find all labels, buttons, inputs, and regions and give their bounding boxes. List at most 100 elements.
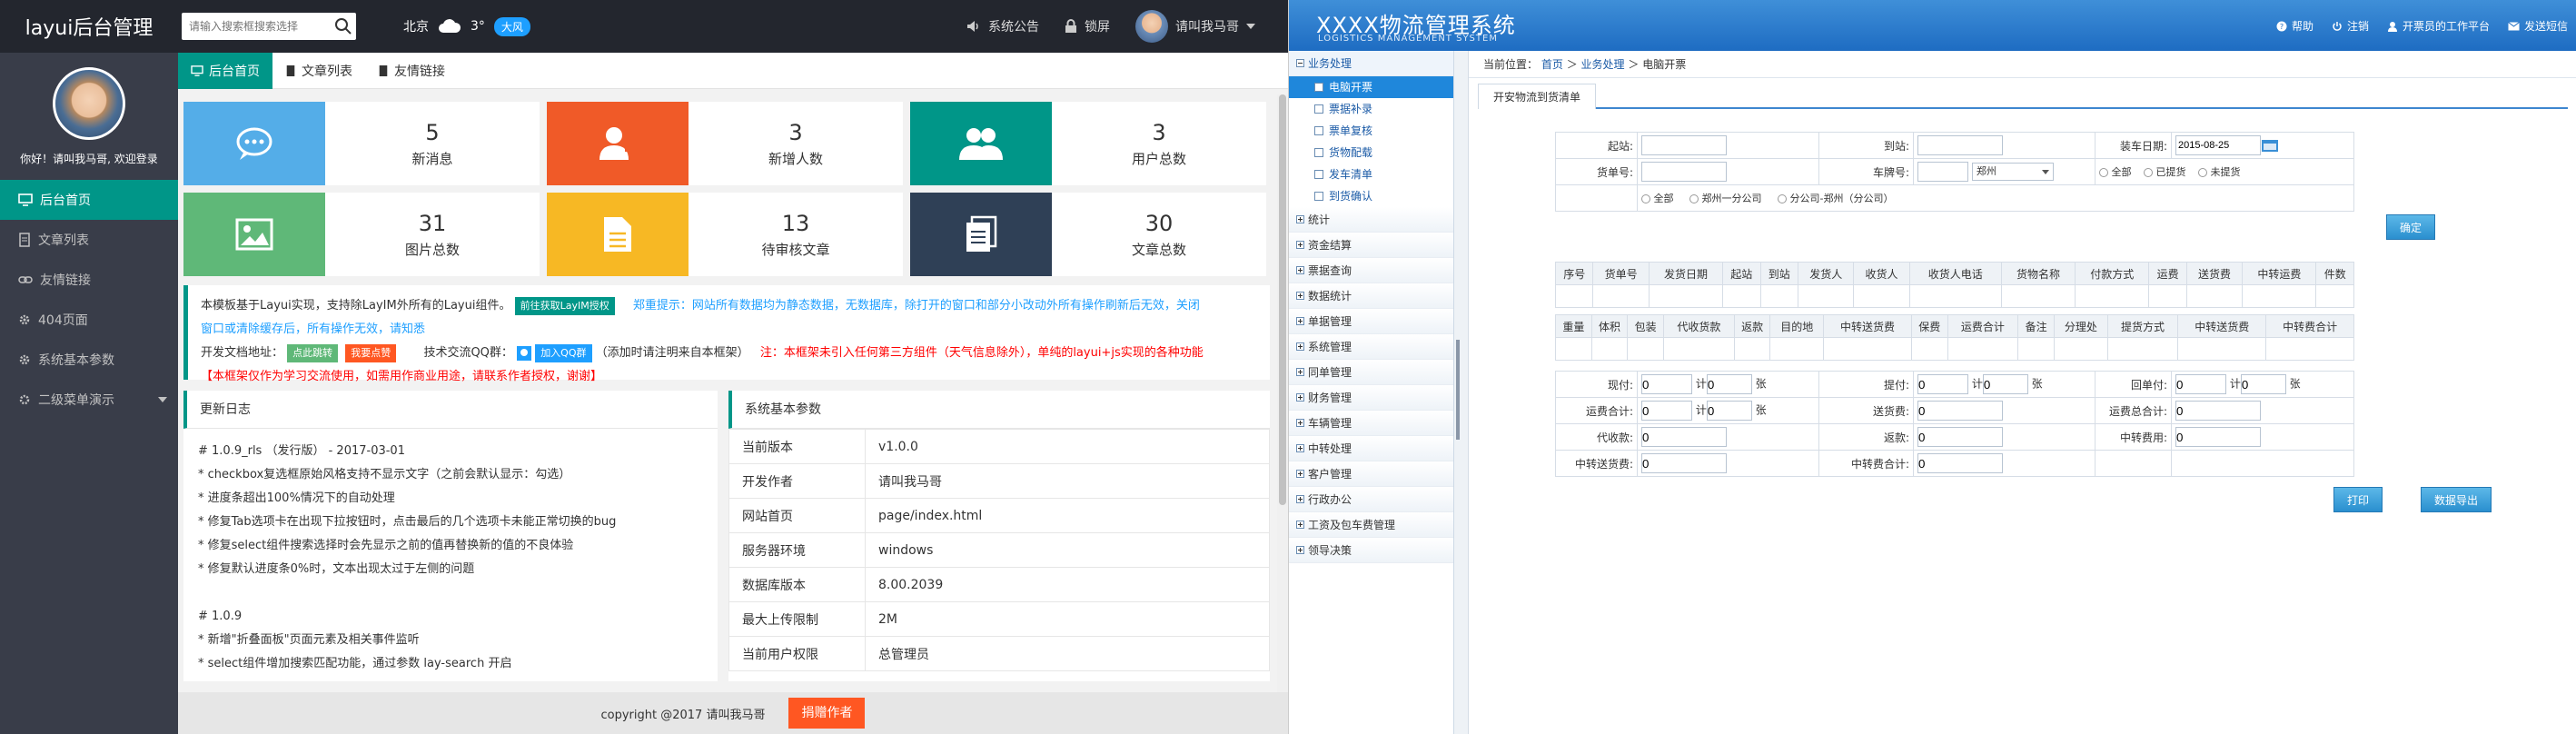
yunfei-count-input[interactable] — [1706, 401, 1752, 421]
like-button[interactable]: 我要点赞 — [345, 343, 397, 362]
stat-card-messages[interactable]: 5 新消息 — [183, 102, 540, 185]
sidebar-item-links[interactable]: 友情链接 — [0, 260, 178, 300]
table-row: 网站首页 page/index.html — [728, 498, 1270, 533]
tab-articles[interactable]: 文章列表 — [272, 53, 365, 89]
profile-avatar[interactable] — [53, 67, 125, 140]
tab-links[interactable]: 友情链接 — [365, 53, 458, 89]
donate-button[interactable]: 捐赠作者 — [788, 698, 866, 729]
tifu-amount-input[interactable] — [1917, 374, 1968, 394]
logout-link[interactable]: 注销 — [2332, 18, 2369, 34]
sidebar-group[interactable]: 同单管理 — [1289, 360, 1453, 385]
sidebar-group[interactable]: 财务管理 — [1289, 385, 1453, 411]
sidebar-group[interactable]: 统计 — [1289, 207, 1453, 233]
goods-no-input[interactable] — [1641, 162, 1727, 182]
sidebar-item-bill-supplement[interactable]: 票据补录 — [1289, 98, 1453, 120]
end-station-input[interactable] — [1917, 135, 2003, 155]
notice-label: 系统公告 — [988, 20, 1039, 35]
user-menu[interactable]: 请叫我马哥 — [1135, 10, 1255, 43]
search-icon[interactable] — [331, 14, 356, 39]
user-add-icon — [599, 127, 636, 160]
sidebar-group[interactable]: 中转处理 — [1289, 436, 1453, 461]
sidebar-item-departure-list[interactable]: 发车清单 — [1289, 164, 1453, 185]
zzfeiyong-input[interactable] — [1917, 453, 2003, 473]
tifu-count-input[interactable] — [1982, 374, 2028, 394]
sidebar-item-home[interactable]: 后台首页 — [0, 180, 178, 220]
tab-arrival-list[interactable]: 开安物流到货清单 — [1478, 84, 1597, 109]
radio-all[interactable]: 全部 — [2099, 166, 2132, 178]
plate-input[interactable] — [1917, 162, 1968, 182]
sidebar-group[interactable]: 客户管理 — [1289, 461, 1453, 487]
sms-link[interactable]: 发送短信 — [2508, 18, 2568, 34]
sidebar-item-sysparams[interactable]: 系统基本参数 — [0, 340, 178, 380]
huidan-count-input[interactable] — [2240, 374, 2286, 394]
sidebar-splitter[interactable] — [1454, 51, 1469, 734]
xianfu-amount-input[interactable] — [1641, 374, 1692, 394]
sidebar-group[interactable]: 资金结算 — [1289, 233, 1453, 258]
breadcrumb-home[interactable]: 首页 — [1541, 58, 1563, 71]
search-input[interactable] — [182, 14, 331, 39]
stat-card-pending[interactable]: 13 待审核文章 — [547, 193, 903, 276]
sidebar-group[interactable]: 单据管理 — [1289, 309, 1453, 334]
daishou-input[interactable] — [1641, 427, 1727, 447]
sidebar-group[interactable]: 票据查询 — [1289, 258, 1453, 283]
param-key: 当前用户权限 — [728, 636, 866, 671]
huidan-amount-input[interactable] — [2175, 374, 2226, 394]
docs-jump-button[interactable]: 点此跳转 — [287, 343, 339, 362]
notice-link[interactable]: 系统公告 — [966, 17, 1039, 35]
sidebar-item-articles[interactable]: 文章列表 — [0, 220, 178, 260]
start-station-input[interactable] — [1641, 135, 1727, 155]
home-content: 5 新消息 3 新增人数 3 用户总数 31 图片总数 13 待审核文章 30 … — [183, 102, 1270, 734]
stat-card-articles[interactable]: 30 文章总数 — [910, 193, 1266, 276]
sidebar-group[interactable]: 系统管理 — [1289, 334, 1453, 360]
sidebar-item-submenu-demo[interactable]: 二级菜单演示 — [0, 380, 178, 420]
sidebar-item-label: 后台首页 — [40, 193, 91, 208]
sidebar-group[interactable]: 领导决策 — [1289, 538, 1453, 563]
fankuan-input[interactable] — [1917, 427, 2003, 447]
sidebar-group-business[interactable]: 业务处理 — [1289, 51, 1453, 76]
get-layim-button[interactable]: 前往获取LayIM授权 — [514, 296, 615, 315]
group-label: 车辆管理 — [1308, 416, 1352, 430]
export-button[interactable]: 数据导出 — [2421, 487, 2492, 512]
help-link[interactable]: ? 帮助 — [2276, 18, 2313, 34]
loading-date-input[interactable] — [2175, 135, 2261, 155]
sidebar-group[interactable]: 车辆管理 — [1289, 411, 1453, 436]
table-cell — [1648, 284, 1724, 308]
sidebar-group[interactable]: 工资及包车费管理 — [1289, 512, 1453, 538]
yunfeizong-input[interactable] — [2175, 401, 2261, 421]
radio-branch-all[interactable]: 全部 — [1641, 193, 1674, 204]
lock-link[interactable]: 锁屏 — [1065, 17, 1110, 35]
scrollbar-thumb[interactable] — [1279, 94, 1286, 505]
print-button[interactable]: 打印 — [2333, 487, 2383, 512]
splitter-grip[interactable] — [1456, 340, 1460, 440]
gear-icon — [19, 314, 30, 325]
stat-card-new-users[interactable]: 3 新增人数 — [547, 102, 903, 185]
radio-picked[interactable]: 已提货 — [2144, 166, 2186, 178]
confirm-button[interactable]: 确定 — [2386, 214, 2436, 240]
radio-branch-zz1[interactable]: 郑州一分公司 — [1689, 193, 1762, 204]
yunfei-amount-input[interactable] — [1641, 401, 1692, 421]
content-scrollbar[interactable] — [1277, 94, 1288, 692]
tab-home[interactable]: 后台首页 — [178, 53, 272, 89]
zhongzhuan-input[interactable] — [2175, 427, 2261, 447]
radio-branch-zz2[interactable]: 分公司-郑州（分公司） — [1778, 193, 1893, 204]
stat-card-images[interactable]: 31 图片总数 — [183, 193, 540, 276]
calendar-icon[interactable] — [2261, 138, 2279, 153]
xianfu-count-input[interactable] — [1706, 374, 1752, 394]
join-qq-button[interactable]: 加入QQ群 — [535, 343, 592, 362]
breadcrumb-section[interactable]: 业务处理 — [1581, 58, 1625, 71]
sidebar-group[interactable]: 行政办公 — [1289, 487, 1453, 512]
sidebar-item-arrival-confirm[interactable]: 到货确认 — [1289, 185, 1453, 207]
songhuo-input[interactable] — [1917, 401, 2003, 421]
sidebar-item-404[interactable]: 404页面 — [0, 300, 178, 340]
stat-card-total-users[interactable]: 3 用户总数 — [910, 102, 1266, 185]
sidebar-group[interactable]: 数据统计 — [1289, 283, 1453, 309]
search-box[interactable] — [182, 13, 356, 40]
sidebar-item-cargo-loading[interactable]: 货物配载 — [1289, 142, 1453, 164]
city-select[interactable]: 郑州 — [1971, 163, 2054, 181]
workspace-link[interactable]: 开票员的工作平台 — [2387, 18, 2490, 34]
sidebar-item-bill-review[interactable]: 票单复核 — [1289, 120, 1453, 142]
sidebar-item-computer-billing[interactable]: 电脑开票 — [1289, 76, 1453, 98]
radio-unpicked[interactable]: 未提货 — [2198, 166, 2241, 178]
zzsonghuo-input[interactable] — [1641, 453, 1727, 473]
app-logo[interactable]: layui后台管理 — [0, 12, 178, 41]
